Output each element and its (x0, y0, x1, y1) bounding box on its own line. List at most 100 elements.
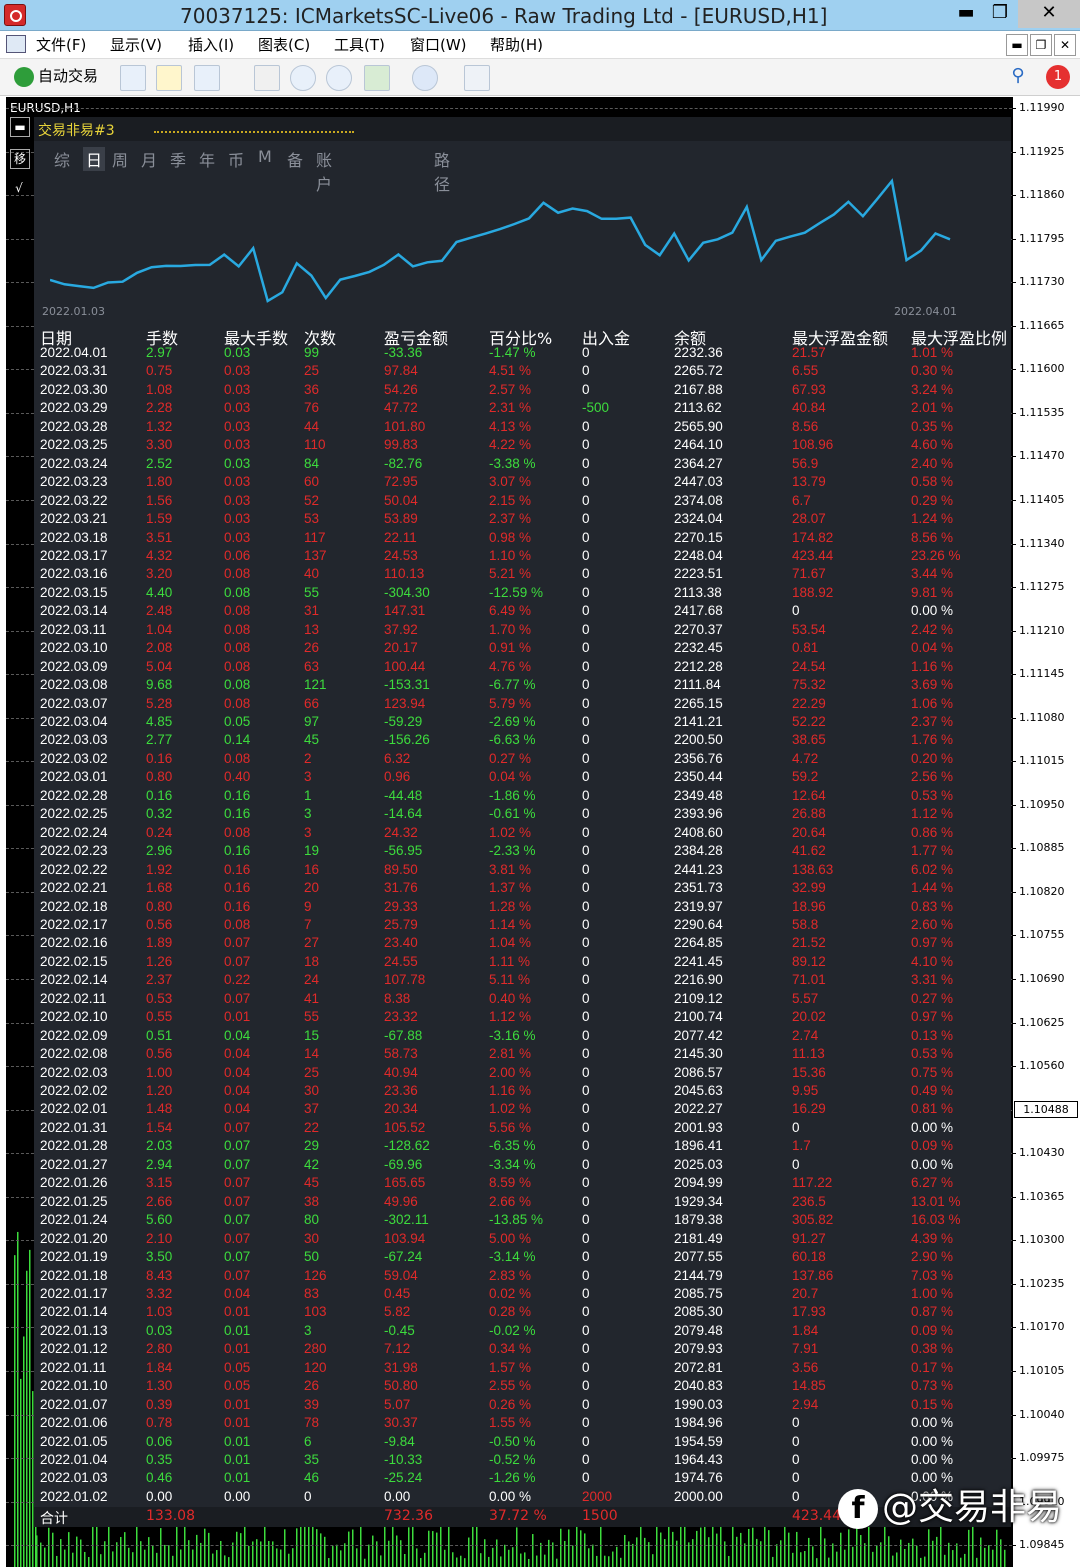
table-row[interactable]: 2022.02.11 0.53 0.07 41 8.38 0.40 % 0 2109.12 5.… (34, 991, 1011, 1009)
table-row[interactable]: 2022.01.25 2.66 0.07 38 49.96 2.66 % 0 1929.34 2… (34, 1194, 1011, 1212)
table-row[interactable]: 2022.03.22 1.56 0.03 52 50.04 2.15 % 0 2374.08 6… (34, 493, 1011, 511)
autotrade-button[interactable]: 自动交易 (14, 65, 98, 89)
mdi-restore-button[interactable]: ❐ (1030, 34, 1052, 56)
close-button[interactable]: ✕ (1018, 0, 1080, 28)
mdi-close-button[interactable]: ✕ (1054, 34, 1076, 56)
table-cell: -3.16 % (489, 1027, 536, 1043)
table-row[interactable]: 2022.03.21 1.59 0.03 53 53.89 2.37 % 0 2324.04 2… (34, 511, 1011, 529)
table-row[interactable]: 2022.03.29 2.28 0.03 76 47.72 2.31 % -500 2113.… (34, 400, 1011, 418)
table-row[interactable]: 2022.02.22 1.92 0.16 16 89.50 3.81 % 0 2441.23 1… (34, 862, 1011, 880)
table-row[interactable]: 2022.01.11 1.84 0.05 120 31.98 1.57 % 0 2072.81… (34, 1360, 1011, 1378)
table-row[interactable]: 2022.02.25 0.32 0.16 3 -14.64 -0.61 % 0 2393.96… (34, 806, 1011, 824)
search-icon[interactable]: ⚲ (1006, 65, 1030, 89)
table-row[interactable]: 2022.03.30 1.08 0.03 36 54.26 2.57 % 0 2167.88 6… (34, 382, 1011, 400)
table-row[interactable]: 2022.02.17 0.56 0.08 7 25.79 1.14 % 0 2290.64 58… (34, 917, 1011, 935)
table-row[interactable]: 2022.03.04 4.85 0.05 97 -59.29 -2.69 % 0 2141.2… (34, 714, 1011, 732)
menu-view[interactable]: 显示(V) (110, 34, 162, 55)
table-row[interactable]: 2022.01.28 2.03 0.07 29 -128.62 -6.35 % 0 1896.… (34, 1138, 1011, 1156)
document-icon[interactable] (6, 35, 26, 53)
table-row[interactable]: 2022.01.06 0.78 0.01 78 30.37 1.55 % 0 1984.96 0… (34, 1415, 1011, 1433)
template-icon[interactable] (464, 65, 490, 91)
menu-tools[interactable]: 工具(T) (334, 34, 385, 55)
table-row[interactable]: 2022.02.18 0.80 0.16 9 29.33 1.28 % 0 2319.97 18… (34, 899, 1011, 917)
menu-insert[interactable]: 插入(I) (188, 34, 234, 55)
table-row[interactable]: 2022.01.20 2.10 0.07 30 103.94 5.00 % 0 2181.49… (34, 1231, 1011, 1249)
table-cell: 0 (582, 437, 590, 453)
table-row[interactable]: 2022.01.14 1.03 0.01 103 5.82 0.28 % 0 2085.30 1… (34, 1304, 1011, 1322)
zoom-out-icon[interactable] (326, 65, 352, 91)
clock-icon[interactable] (412, 65, 438, 91)
table-row[interactable]: 2022.01.07 0.39 0.01 39 5.07 0.26 % 0 1990.03 2.… (34, 1397, 1011, 1415)
table-row[interactable]: 2022.03.09 5.04 0.08 63 100.44 4.76 % 0 2212.28… (34, 659, 1011, 677)
collapse-button[interactable]: ▬ (10, 117, 30, 137)
table-row[interactable]: 2022.02.03 1.00 0.04 25 40.94 2.00 % 0 2086.57 1… (34, 1065, 1011, 1083)
table-row[interactable]: 2022.03.03 2.77 0.14 45 -156.26 -6.63 % 0 2200.… (34, 732, 1011, 750)
table-row[interactable]: 2022.03.23 1.80 0.03 60 72.95 3.07 % 0 2447.03 1… (34, 474, 1011, 492)
tile-icon[interactable] (364, 65, 390, 91)
table-row[interactable]: 2022.02.10 0.55 0.01 55 23.32 1.12 % 0 2100.74 2… (34, 1009, 1011, 1027)
table-row[interactable]: 2022.01.10 1.30 0.05 26 50.80 2.55 % 0 2040.83 1… (34, 1378, 1011, 1396)
table-row[interactable]: 2022.03.18 3.51 0.03 117 22.11 0.98 % 0 2270.15… (34, 530, 1011, 548)
menu-help[interactable]: 帮助(H) (490, 34, 543, 55)
table-row[interactable]: 2022.02.23 2.96 0.16 19 -56.95 -2.33 % 0 2384.2… (34, 843, 1011, 861)
tab-6[interactable]: 币 (228, 147, 244, 171)
table-row[interactable]: 2022.02.08 0.56 0.04 14 58.73 2.81 % 0 2145.30 1… (34, 1046, 1011, 1064)
new-order-icon[interactable] (120, 65, 146, 91)
table-row[interactable]: 2022.03.11 1.04 0.08 13 37.92 1.70 % 0 2270.37 5… (34, 622, 1011, 640)
table-row[interactable]: 2022.01.12 2.80 0.01 280 7.12 0.34 % 0 2079.93 7… (34, 1341, 1011, 1359)
table-row[interactable]: 2022.03.07 5.28 0.08 66 123.94 5.79 % 0 2265.15… (34, 696, 1011, 714)
table-row[interactable]: 2022.03.24 2.52 0.03 84 -82.76 -3.38 % 0 2364.2… (34, 456, 1011, 474)
table-row[interactable]: 2022.02.15 1.26 0.07 18 24.55 1.11 % 0 2241.45 8… (34, 954, 1011, 972)
table-row[interactable]: 2022.02.09 0.51 0.04 15 -67.88 -3.16 % 0 2077.4… (34, 1028, 1011, 1046)
table-row[interactable]: 2022.02.28 0.16 0.16 1 -44.48 -1.86 % 0 2349.48… (34, 788, 1011, 806)
table-row[interactable]: 2022.01.31 1.54 0.07 22 105.52 5.56 % 0 2001.93… (34, 1120, 1011, 1138)
table-row[interactable]: 2022.01.17 3.32 0.04 83 0.45 0.02 % 0 2085.75 20… (34, 1286, 1011, 1304)
tab-5[interactable]: 年 (199, 147, 215, 171)
table-row[interactable]: 2022.01.27 2.94 0.07 42 -69.96 -3.34 % 0 2025.0… (34, 1157, 1011, 1175)
menu-file[interactable]: 文件(F) (36, 34, 86, 55)
table-row[interactable]: 2022.03.14 2.48 0.08 31 147.31 6.49 % 0 2417.68… (34, 603, 1011, 621)
table-row[interactable]: 2022.03.16 3.20 0.08 40 110.13 5.21 % 0 2223.51… (34, 566, 1011, 584)
table-row[interactable]: 2022.01.04 0.35 0.01 35 -10.33 -0.52 % 0 1964.4… (34, 1452, 1011, 1470)
table-row[interactable]: 2022.03.02 0.16 0.08 2 6.32 0.27 % 0 2356.76 4.7… (34, 751, 1011, 769)
table-row[interactable]: 2022.01.18 8.43 0.07 126 59.04 2.83 % 0 2144.79… (34, 1268, 1011, 1286)
table-row[interactable]: 2022.01.24 5.60 0.07 80 -302.11 -13.85 % 0 1879… (34, 1212, 1011, 1230)
table-row[interactable]: 2022.03.17 4.32 0.06 137 24.53 1.10 % 0 2248.04… (34, 548, 1011, 566)
table-row[interactable]: 2022.01.13 0.03 0.01 3 -0.45 -0.02 % 0 2079.48 1… (34, 1323, 1011, 1341)
table-row[interactable]: 2022.01.26 3.15 0.07 45 165.65 8.59 % 0 2094.99… (34, 1175, 1011, 1193)
table-row[interactable]: 2022.02.16 1.89 0.07 27 23.40 1.04 % 0 2264.85 2… (34, 935, 1011, 953)
table-row[interactable]: 2022.03.15 4.40 0.08 55 -304.30 -12.59 % 0 2113… (34, 585, 1011, 603)
tab-1[interactable]: 日 (83, 147, 106, 171)
table-row[interactable]: 2022.04.01 2.97 0.03 99 -33.36 -1.47 % 0 2232.3… (34, 345, 1011, 363)
table-row[interactable]: 2022.02.14 2.37 0.22 24 107.78 5.11 % 0 2216.90… (34, 972, 1011, 990)
table-row[interactable]: 2022.01.05 0.06 0.01 6 -9.84 -0.50 % 0 1954.59 0… (34, 1434, 1011, 1452)
table-row[interactable]: 2022.03.28 1.32 0.03 44 101.80 4.13 % 0 2565.90… (34, 419, 1011, 437)
tab-3[interactable]: 月 (141, 147, 157, 171)
table-row[interactable]: 2022.02.21 1.68 0.16 20 31.76 1.37 % 0 2351.73 3… (34, 880, 1011, 898)
table-row[interactable]: 2022.03.31 0.75 0.03 25 97.84 4.51 % 0 2265.72 6… (34, 363, 1011, 381)
zoom-in-icon[interactable] (290, 65, 316, 91)
price-level-label: 1.10040 (1012, 1407, 1065, 1421)
table-row[interactable]: 2022.03.10 2.08 0.08 26 20.17 0.91 % 0 2232.45 0… (34, 640, 1011, 658)
table-row[interactable]: 2022.02.01 1.48 0.04 37 20.34 1.02 % 0 2022.27 1… (34, 1101, 1011, 1119)
tab-2[interactable]: 周 (112, 147, 128, 171)
tab-8[interactable]: 备 (287, 147, 303, 171)
navigator-icon[interactable] (194, 65, 220, 91)
mdi-minimize-button[interactable]: ▬ (1006, 34, 1028, 56)
table-row[interactable]: 2022.03.25 3.30 0.03 110 99.83 4.22 % 0 2464.10… (34, 437, 1011, 455)
table-row[interactable]: 2022.01.19 3.50 0.07 50 -67.24 -3.14 % 0 2077.5… (34, 1249, 1011, 1267)
menu-charts[interactable]: 图表(C) (258, 34, 310, 55)
maximize-button[interactable]: ❐ (978, 0, 1022, 28)
tab-0[interactable]: 综 (54, 147, 70, 171)
tab-7[interactable]: M (258, 147, 272, 166)
table-row[interactable]: 2022.02.24 0.24 0.08 3 24.32 1.02 % 0 2408.60 20… (34, 825, 1011, 843)
chart-type-icon[interactable] (254, 65, 280, 91)
favorites-icon[interactable] (156, 65, 182, 91)
table-row[interactable]: 2022.03.08 9.68 0.08 121 -153.31 -6.77 % 0 2111… (34, 677, 1011, 695)
table-row[interactable]: 2022.02.02 1.20 0.04 30 23.36 1.16 % 0 2045.63 9… (34, 1083, 1011, 1101)
table-row[interactable]: 2022.03.01 0.80 0.40 3 0.96 0.04 % 0 2350.44 59.… (34, 769, 1011, 787)
notification-icon[interactable]: 1 (1046, 65, 1070, 89)
tab-4[interactable]: 季 (170, 147, 186, 171)
menu-window[interactable]: 窗口(W) (410, 34, 467, 55)
table-cell: 0 (582, 1064, 590, 1080)
